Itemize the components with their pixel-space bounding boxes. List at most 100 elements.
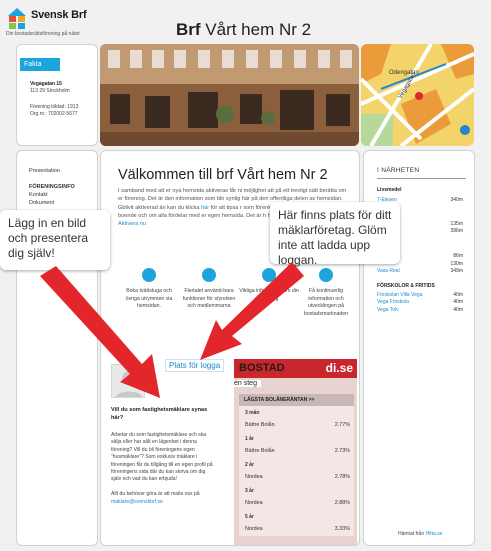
rate-value: 3.33% [334,526,350,532]
rate-bank: Nordea [245,526,263,532]
rate-bank: Nordea [245,474,263,480]
rate-term: 1 år [245,436,254,442]
nearby-distance: 40m [453,299,463,305]
nearby-row: Vasa Real 349m [377,268,463,274]
building-photo [100,44,359,146]
nearby-row: Förskolan Villa Vega 40m [377,292,463,298]
logo-placeholder[interactable]: Plats för logga [165,359,225,372]
rate-value: 2.77% [334,422,350,428]
fakta-tab[interactable]: Fakta [20,58,60,71]
nearby-distance: 135m [450,221,463,227]
feature-info-text: Viktiga information om din förening [239,288,299,302]
rate-row: Bättre Bolån 2.77% [245,416,350,431]
nearby-distance: 86m [453,253,463,259]
feature-market-text: Få kontinuerlig information och utveckli… [303,288,349,317]
rate-value: 2.78% [334,474,350,480]
nearby-distance: 130m [450,261,463,267]
nav-heading-foreningsinfo[interactable]: FÖRENINGSINFO [29,184,75,190]
rate-value: 2.73% [334,448,350,454]
svensk-brf-logo[interactable]: Svensk Brf Din bostadsrättsförening på n… [6,4,106,38]
nearby-distance: 340m [450,197,463,203]
realtor-profile-box: Plats för logga Vill du som fastighetsmä… [108,347,227,540]
nearby-title: I NÄRHETEN [377,167,420,174]
rate-block: 5 år Nordea 3.33% [239,510,354,536]
realtor-question-footer: Allt du behöver göra är att maila oss på [111,491,200,498]
rate-block: 1 år Bättre Bolån 2.73% [239,432,354,458]
nearby-row: Vega Förskola 40m [377,299,463,305]
rate-row: Nordea 3.33% [245,520,350,535]
page-title: Brf Vårt hem Nr 2 [176,20,311,40]
callout-right: Här finns plats för ditt mäklarföretag. … [270,202,400,267]
nearby-distance: 396m [450,228,463,234]
rate-block: 3 år Nordea 2.88% [239,484,354,510]
house-logo-icon [8,8,26,29]
intro-link-har[interactable]: här [201,205,209,211]
map-pin-icon [415,92,423,100]
feature-info: Viktiga information om din förening [239,268,299,303]
realtor-question-body: Arbetar du som fastighetsmäklare och ska… [111,432,215,506]
activate-now-link[interactable]: Aktivera nu [118,221,146,227]
ad-brand-bostad: BOSTAD [239,362,285,374]
fakta-founded: Förening bildad: 1913 [30,104,79,110]
feature-functions-text: Flertalet använd-bara funktioner för sty… [182,288,236,309]
nav-item-kontakt[interactable]: Kontakt [29,192,48,198]
rate-row: Nordea 2.78% [245,468,350,483]
feature-market: Få kontinuerlig information och utveckli… [296,268,356,318]
rate-table: LÄGSTA BOLÅNERÄNTAN >> 3 mån Bättre Bolå… [239,394,354,536]
nearby-distance: 349m [450,268,463,274]
nearby-divider [377,178,466,179]
clipboard-icon [319,268,333,282]
fakta-street: Vegagatan 15 [30,81,62,87]
person-icon [115,371,143,397]
hitta-link[interactable]: Hitta.se [426,531,443,537]
gear-icon [202,268,216,282]
nearby-source: Hämtat från Hitta.se [398,531,442,537]
page-title-bold: Brf [176,20,201,39]
ad-subtitle: en steg [234,380,261,387]
nearby-place-link[interactable]: Vega Förskola [377,299,409,305]
welcome-title: Välkommen till brf Vårt hem Nr 2 [118,167,328,183]
rate-term: 5 år [245,514,254,520]
fakta-city: 113 29 Stockholm [30,88,70,94]
fakta-orgnr: Org.nr.: 702002-5677 [30,111,78,117]
rate-row: Nordea 2.88% [245,494,350,509]
rate-term: 2 år [245,462,254,468]
nav-item-presentation[interactable]: Presentation [29,168,60,174]
feature-functions: Flertalet använd-bara funktioner för sty… [179,268,239,311]
calendar-icon [142,268,156,282]
rate-term: 3 år [245,488,254,494]
nearby-group-heading: FÖRSKOLOR & FRITIDS [377,283,435,289]
map-locate-icon[interactable] [460,125,470,135]
logo-name: Svensk Brf [31,9,87,21]
nearby-place-link[interactable]: Vasa Real [377,268,400,274]
rate-bank: Nordea [245,500,263,506]
realtor-mail-link[interactable]: maklare@svenskbrf.se [111,499,163,505]
realtor-question-title: Vill du som fastighetsmäklare synas här? [111,407,208,421]
feature-booking-text: Boka tvättstuga och övriga utrymmen via … [125,288,173,309]
fakta-panel: Fakta Vegagatan 15 113 29 Stockholm Före… [16,44,98,146]
rate-row: Bättre Bolån 2.73% [245,442,350,457]
nearby-source-text: Hämtat från [398,531,426,537]
rate-table-header[interactable]: LÄGSTA BOLÅNERÄNTAN >> [239,394,354,406]
nearby-place-link[interactable]: Vega Tolv [377,307,399,313]
nearby-group-heading: Livsmedel [377,187,402,193]
rate-block: 2 år Nordea 2.78% [239,458,354,484]
ad-brand-dise: di.se [325,361,353,375]
nearby-distance: 40m [453,307,463,313]
avatar-placeholder[interactable] [111,364,145,398]
nav-item-dokument[interactable]: Dokument [29,200,54,206]
rate-bank: Bättre Bolån [245,448,275,454]
nearby-distance: 40m [453,292,463,298]
mortgage-ad[interactable]: BOSTAD di.se en steg LÄGSTA BOLÅNERÄNTAN… [234,359,357,545]
logo-tagline: Din bostadsrättsförening på nätet [6,31,80,37]
rate-term: 3 mån [245,410,260,416]
callout-left: Lägg in en bild och presentera dig själv… [0,210,110,270]
intro-part-2: blivit aktiverad än kan du klicka [122,204,202,211]
feature-booking: Boka tvättstuga och övriga utrymmen via … [119,268,179,311]
location-map[interactable]: Odengatan Vegagatan [361,44,474,146]
page-title-rest: Vårt hem Nr 2 [200,20,312,39]
ad-banner: BOSTAD di.se [234,359,357,378]
rate-block: 3 mån Bättre Bolån 2.77% [239,406,354,432]
nearby-place-link[interactable]: Förskolan Villa Vega [377,292,423,298]
site-header: Svensk Brf Din bostadsrättsförening på n… [0,0,491,42]
